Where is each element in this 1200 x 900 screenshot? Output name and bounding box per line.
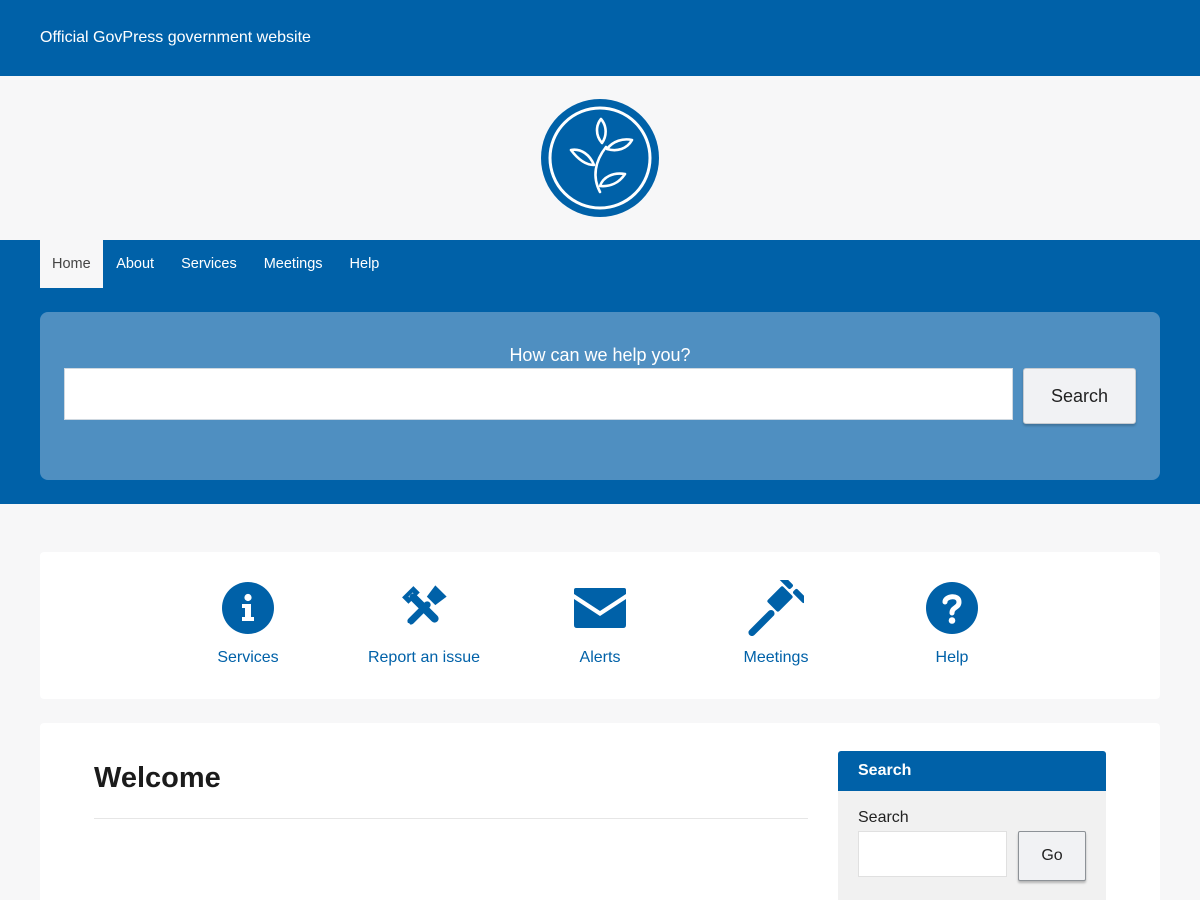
go-button[interactable]: Go [1018, 831, 1086, 881]
search-widget: Search Go [838, 791, 1106, 900]
sidebar-search-input[interactable] [858, 831, 1007, 877]
quicklink-label: Report an issue [367, 649, 481, 666]
search-widget-form: Go [858, 831, 1086, 881]
content-area: Welcome Search Search Go [40, 723, 1160, 900]
hero-search-panel: How can we help you? Search [40, 312, 1160, 480]
site-branding [0, 76, 1200, 240]
quicklink-meetings[interactable]: Meetings [688, 580, 864, 699]
main-content: Welcome [94, 751, 808, 900]
gavel-icon [748, 580, 804, 636]
nav-item-services[interactable]: Services [168, 240, 251, 288]
nav-item-help[interactable]: Help [336, 240, 393, 288]
info-icon [220, 580, 276, 636]
nav-item-about[interactable]: About [103, 240, 168, 288]
quicklink-services[interactable]: Services [160, 580, 336, 699]
quicklink-alerts[interactable]: Alerts [512, 580, 688, 699]
banner-text: Official GovPress government website [40, 29, 311, 46]
quicklink-report-an-issue[interactable]: Report an issue [336, 580, 512, 699]
search-widget-title: Search [838, 751, 1106, 791]
quicklink-label: Alerts [579, 649, 621, 666]
quicklink-help[interactable]: Help [864, 580, 1040, 699]
hero-search-label: How can we help you? [509, 345, 691, 365]
quicklink-label: Meetings [743, 649, 809, 666]
official-banner: Official GovPress government website [0, 0, 1200, 76]
site-logo-icon[interactable] [537, 95, 663, 221]
nav-hero-region: Home About Services Meetings Help How ca… [0, 240, 1200, 504]
page-title: Welcome [94, 762, 221, 794]
quicklink-label: Services [217, 649, 279, 666]
title-divider [94, 818, 808, 819]
hero-search-button[interactable]: Search [1023, 368, 1136, 424]
search-field-label: Search [858, 809, 909, 826]
quicklink-label: Help [935, 649, 969, 666]
quick-links: Services Report an issue Alerts Meetings… [40, 552, 1160, 699]
envelope-icon [572, 580, 628, 636]
nav-item-home[interactable]: Home [40, 240, 103, 288]
hero-search-input[interactable] [64, 368, 1014, 420]
nav-item-meetings[interactable]: Meetings [250, 240, 336, 288]
tools-icon [396, 580, 452, 636]
question-icon [924, 580, 980, 636]
hero-search-form: Search [64, 368, 1136, 424]
main-navigation: Home About Services Meetings Help [40, 240, 1160, 288]
sidebar: Search Search Go [838, 751, 1106, 900]
